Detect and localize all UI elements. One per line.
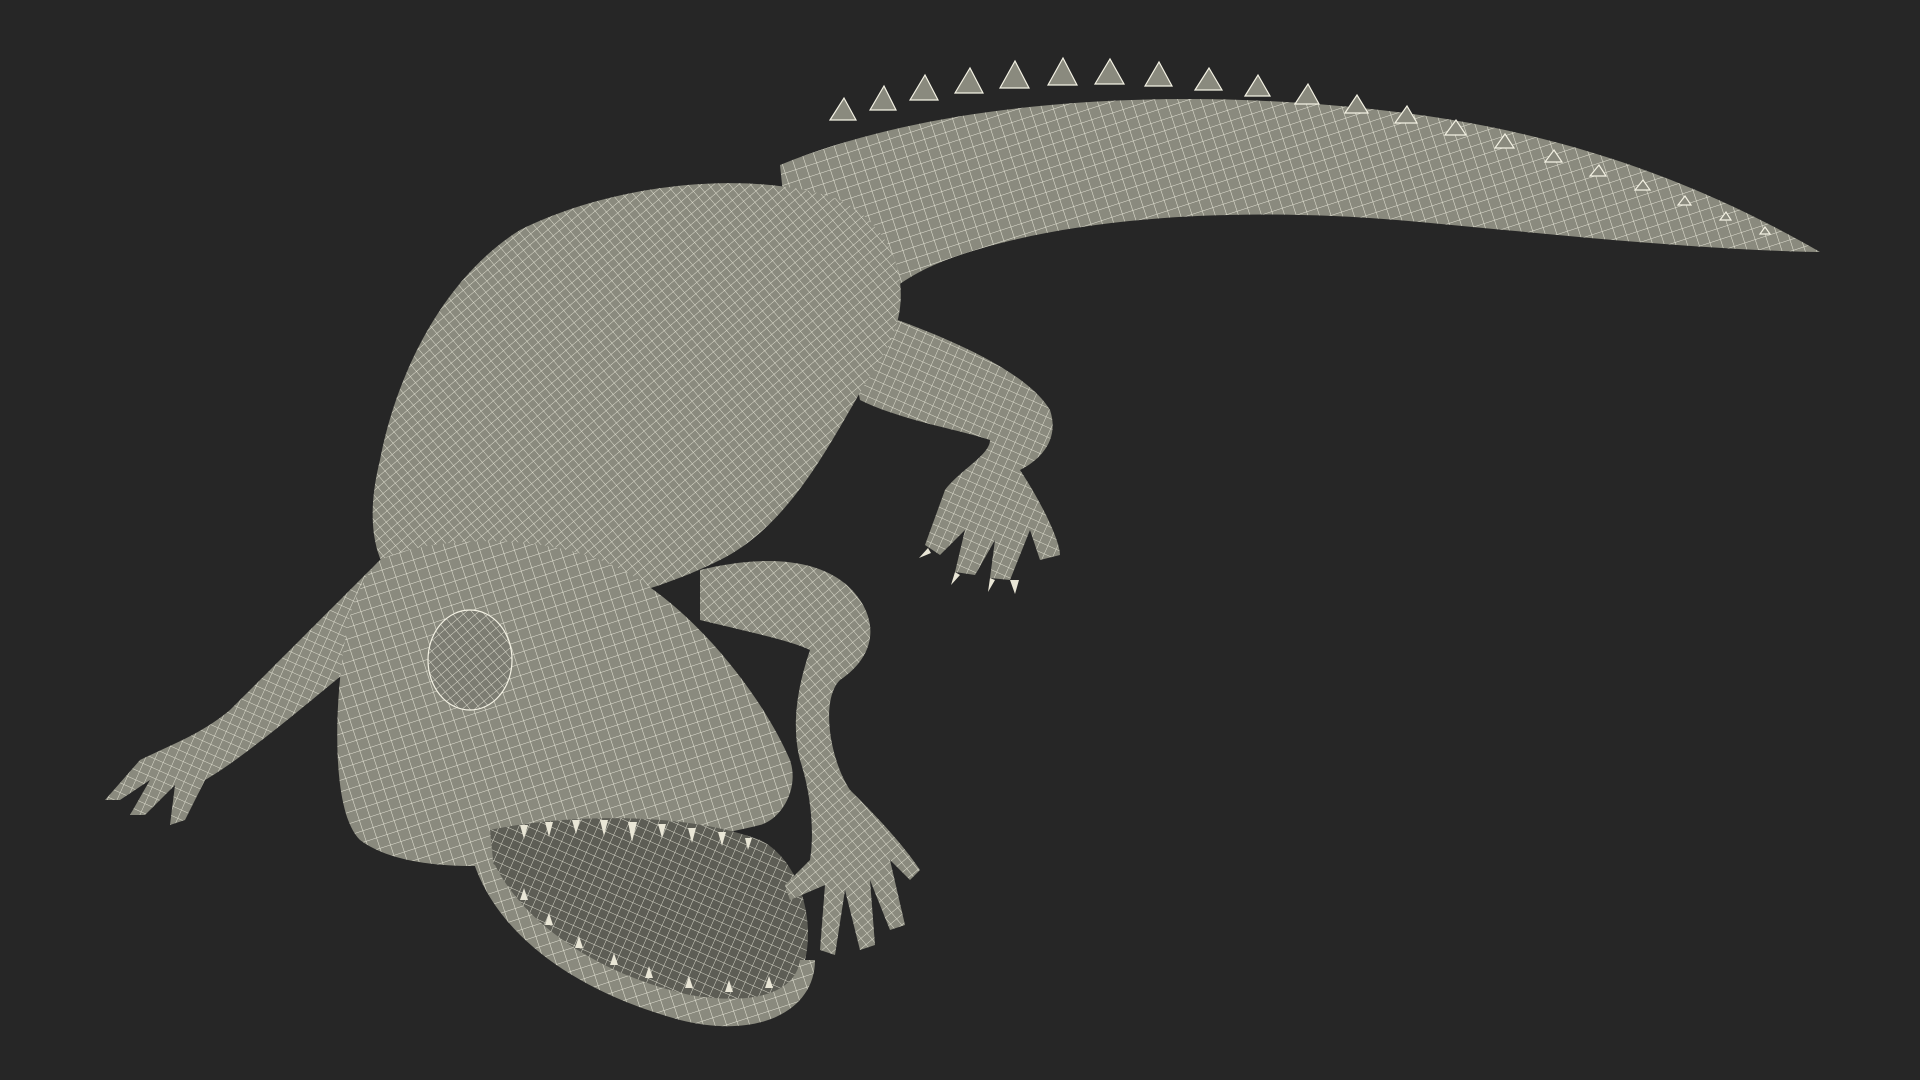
lower-jaw: [470, 818, 815, 1027]
render-viewport: [0, 0, 1920, 1080]
alligator-wireframe-icon: [105, 56, 1820, 1027]
tail: [780, 56, 1820, 321]
